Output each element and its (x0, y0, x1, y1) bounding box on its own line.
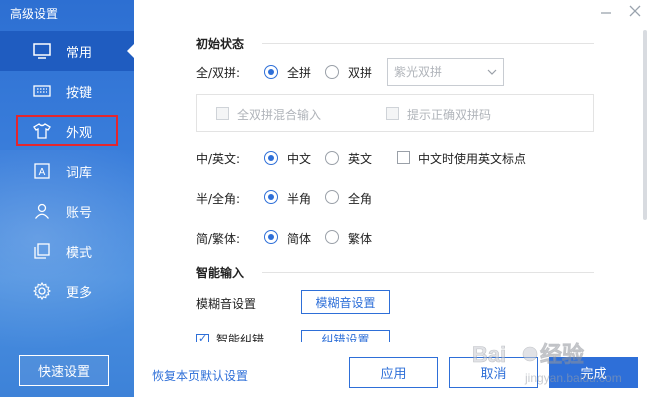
cancel-button[interactable]: 取消 (449, 357, 538, 388)
chevron-down-icon (487, 59, 497, 95)
lexicon-icon: A (33, 162, 51, 180)
select-value: 紫光双拼 (394, 65, 443, 79)
radio-traditional-label: 繁体 (348, 232, 373, 246)
correct-settings-button[interactable]: 纠错设置 (301, 330, 390, 342)
english-punct-label: 中文时使用英文标点 (418, 152, 527, 166)
smart-correct-label: 智能纠错 (216, 333, 265, 342)
sidebar: 高级设置 常用 按键 外观 A 词库 账号 模式 更多 快速设置 (0, 0, 134, 397)
radio-shuangpin[interactable] (325, 65, 339, 79)
section-title-initial-state: 初始状态 (196, 37, 245, 51)
radio-fullwidth-label: 全角 (348, 192, 373, 206)
sidebar-item-label: 词库 (66, 165, 93, 181)
pinyin-mode-label: 全/双拼: (196, 66, 241, 80)
hint-correct-label: 提示正确双拼码 (407, 108, 492, 122)
window-title: 高级设置 (10, 7, 59, 21)
radio-english[interactable] (325, 151, 339, 165)
radio-simplified-label: 简体 (287, 232, 312, 246)
close-button[interactable] (626, 4, 644, 22)
lang-label: 中/英文: (196, 152, 241, 166)
monitor-icon (33, 42, 51, 60)
sidebar-item-mode[interactable]: 模式 (0, 231, 134, 271)
mixed-input-checkbox[interactable] (216, 107, 229, 120)
sidebar-item-label: 按键 (66, 85, 93, 101)
sidebar-item-more[interactable]: 更多 (0, 271, 134, 311)
sidebar-item-label: 模式 (66, 245, 93, 261)
sidebar-item-lexicon[interactable]: A 词库 (0, 151, 134, 191)
radio-traditional[interactable] (325, 230, 339, 244)
close-icon (629, 5, 641, 17)
done-button[interactable]: 完成 (549, 357, 638, 388)
script-label: 简/繁体: (196, 232, 241, 246)
svg-text:A: A (39, 167, 46, 178)
english-punct-checkbox[interactable] (397, 151, 410, 164)
radio-chinese[interactable] (264, 151, 278, 165)
section-divider (262, 43, 594, 44)
section-divider (262, 272, 594, 273)
width-label: 半/全角: (196, 192, 241, 206)
sidebar-item-account[interactable]: 账号 (0, 191, 134, 231)
gear-icon (33, 282, 51, 300)
radio-fullwidth[interactable] (325, 190, 339, 204)
radio-halfwidth-label: 半角 (287, 192, 312, 206)
hint-correct-checkbox[interactable] (386, 107, 399, 120)
apply-button[interactable]: 应用 (349, 357, 438, 388)
sidebar-item-label: 常用 (66, 45, 93, 61)
sidebar-item-label: 更多 (66, 285, 93, 301)
keyboard-icon (33, 82, 51, 100)
section-title-smart-input: 智能输入 (196, 266, 245, 280)
radio-simplified[interactable] (264, 230, 278, 244)
radio-english-label: 英文 (348, 152, 373, 166)
quick-settings-button[interactable]: 快速设置 (19, 355, 109, 386)
sidebar-item-keys[interactable]: 按键 (0, 71, 134, 111)
sidebar-item-common[interactable]: 常用 (0, 31, 134, 71)
radio-halfwidth[interactable] (264, 190, 278, 204)
mixed-input-label: 全双拼混合输入 (237, 108, 322, 122)
minimize-button[interactable] (597, 4, 615, 22)
scrollbar-thumb[interactable] (643, 30, 647, 220)
radio-quanpin[interactable] (264, 65, 278, 79)
minimize-icon (601, 12, 611, 14)
highlight-box (16, 115, 118, 146)
fuzzy-label: 模糊音设置 (196, 297, 257, 311)
sidebar-item-label: 账号 (66, 205, 93, 221)
radio-chinese-label: 中文 (287, 152, 312, 166)
shuangpin-scheme-select[interactable]: 紫光双拼 (387, 58, 504, 86)
radio-shuangpin-label: 双拼 (348, 66, 373, 80)
radio-quanpin-label: 全拼 (287, 66, 312, 80)
user-icon (33, 202, 51, 220)
restore-defaults-link[interactable]: 恢复本页默认设置 (152, 367, 248, 384)
fuzzy-settings-button[interactable]: 模糊音设置 (301, 290, 390, 314)
mode-icon (33, 242, 51, 260)
